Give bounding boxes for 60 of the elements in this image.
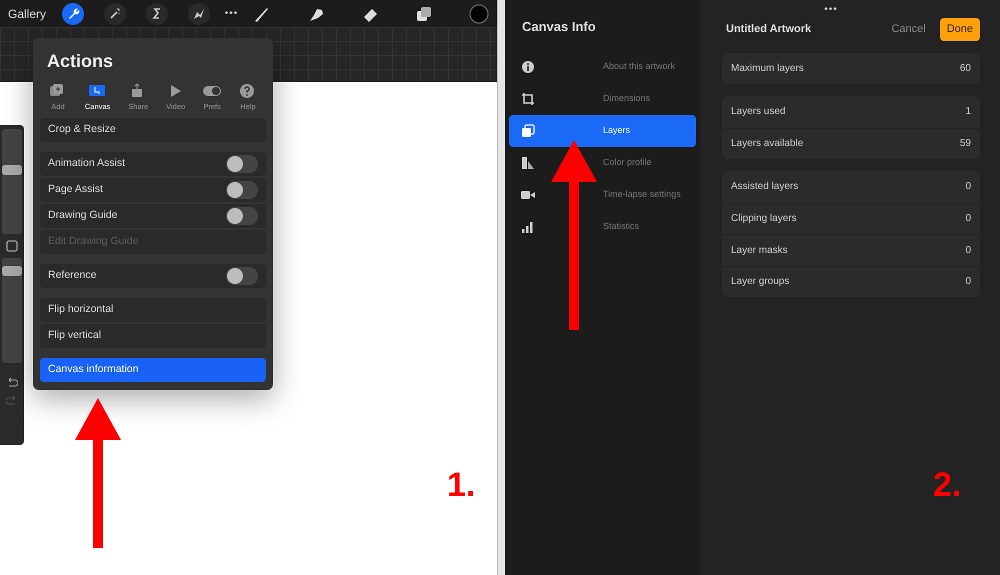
info-label: Layer masks — [731, 244, 788, 258]
more-dots-icon[interactable]: ••• — [224, 6, 238, 21]
info-value: 0 — [965, 180, 971, 194]
info-label: Layers used — [731, 105, 786, 120]
toggle-label: Page Assist — [48, 182, 103, 198]
help-icon — [238, 83, 257, 99]
toggle-label: Reference — [48, 268, 96, 284]
tool-button[interactable] — [104, 2, 126, 24]
tool-button[interactable] — [146, 2, 168, 24]
info-icon — [521, 60, 535, 74]
bar-chart-icon — [521, 220, 535, 234]
slider-thumb[interactable] — [2, 165, 22, 176]
menu-button[interactable]: Flip horizontal — [40, 298, 266, 322]
menu-button[interactable]: Crop & Resize — [40, 118, 266, 142]
done-button[interactable]: Done — [940, 18, 980, 40]
info-value: 1 — [965, 105, 971, 120]
info-value: 60 — [960, 62, 971, 76]
info-label: Assisted layers — [731, 180, 798, 194]
toggle-label: Animation Assist — [48, 156, 126, 172]
layers-icon[interactable] — [415, 4, 433, 22]
square-icon[interactable] — [6, 240, 18, 252]
undo-icon[interactable] — [6, 377, 18, 387]
toggle-switch[interactable] — [226, 155, 258, 174]
menu-button[interactable]: Flip vertical — [40, 324, 266, 348]
canvas-icon — [88, 83, 107, 99]
color-swatch[interactable] — [469, 4, 489, 24]
info-value: 0 — [965, 275, 971, 290]
popover-title: Actions — [47, 50, 114, 73]
tool-button[interactable] — [62, 2, 84, 24]
sidebar-item[interactable]: Dimensions — [509, 82, 696, 114]
sidebar-title: Canvas Info — [522, 18, 597, 36]
artwork-title: Untitled Artwork — [726, 22, 812, 37]
sidebar-item[interactable]: Statistics — [509, 210, 696, 242]
info-value: 0 — [965, 244, 971, 258]
slider-thumb[interactable] — [2, 266, 22, 276]
tool-button[interactable] — [188, 2, 210, 24]
sidebar-item[interactable]: Layers — [509, 114, 696, 146]
info-label: Maximum layers — [731, 62, 804, 76]
info-value: 59 — [960, 137, 971, 152]
sidebar-item[interactable]: Time-lapse settings — [509, 178, 696, 210]
menu-button[interactable]: Canvas information — [40, 358, 266, 382]
more-dots-icon[interactable]: ••• — [682, 0, 980, 14]
info-label: Clipping layers — [731, 212, 797, 226]
gallery-link[interactable]: Gallery — [8, 4, 46, 22]
toggle-switch[interactable] — [226, 267, 258, 286]
info-label: Layers available — [731, 137, 804, 152]
cancel-button[interactable]: Cancel — [891, 21, 926, 38]
crop-icon — [521, 92, 535, 106]
sidebar-item[interactable]: About this artwork — [509, 50, 696, 82]
toggle-label: Drawing Guide — [48, 208, 118, 224]
toggle-icon — [203, 83, 222, 99]
step-number: 1. — [447, 465, 476, 506]
layers-icon — [521, 124, 535, 138]
info-label: Layer groups — [731, 275, 790, 290]
color-profile-icon — [521, 156, 535, 170]
step-number: 2. — [933, 465, 962, 506]
toggle-switch[interactable] — [226, 181, 258, 200]
sidebar-item[interactable]: Color profile — [509, 146, 696, 178]
toggle-switch[interactable] — [226, 207, 258, 226]
info-value: 0 — [965, 212, 971, 226]
